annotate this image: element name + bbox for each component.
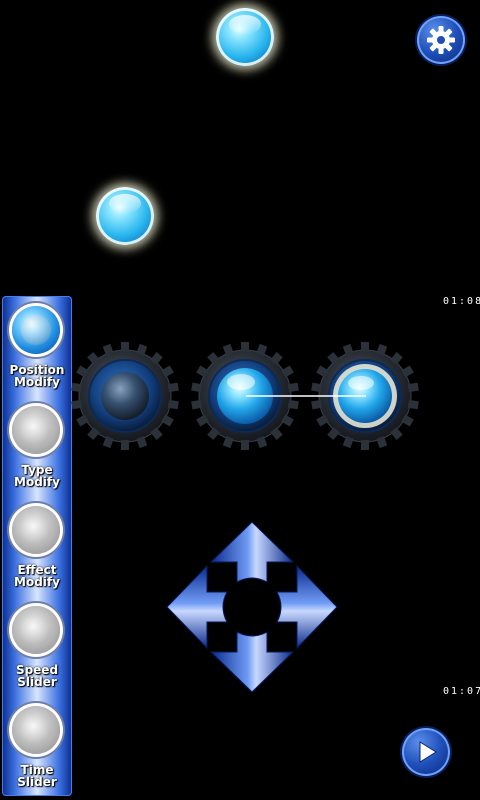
label-line-2: Modify <box>14 375 60 389</box>
type-modify-dial-icon <box>12 406 60 454</box>
label-line-2: Slider <box>17 675 57 689</box>
label-line-2: Slider <box>17 775 57 789</box>
panel-item-effect-modify[interactable]: Effect Modify <box>2 496 72 595</box>
arrow-up-button[interactable] <box>209 521 295 583</box>
orb-top[interactable] <box>216 8 274 66</box>
panel-item-speed-slider[interactable]: Speed Slider <box>2 596 72 695</box>
panel-item-time-slider[interactable]: Time Slider <box>2 696 72 795</box>
label-line-2: Modify <box>14 575 60 589</box>
arrow-right-button[interactable] <box>276 564 338 650</box>
gear-row <box>70 341 420 451</box>
gear-icon <box>427 26 455 54</box>
panel-item-label: Position Modify <box>2 364 72 388</box>
effect-modify-dial-icon <box>12 506 60 554</box>
play-icon <box>419 741 437 763</box>
arrow-left-button[interactable] <box>166 564 228 650</box>
orb-middle[interactable] <box>96 187 154 245</box>
position-modify-dial-icon <box>12 306 60 354</box>
timestamp-top: 01:08 <box>443 296 480 307</box>
panel-item-position-modify[interactable]: Position Modify <box>2 296 72 395</box>
label-line-2: Modify <box>14 475 60 489</box>
time-slider-dial-icon <box>12 706 60 754</box>
dpad <box>166 521 338 693</box>
gear-slot-1[interactable] <box>70 341 180 451</box>
settings-button[interactable] <box>417 16 465 64</box>
speed-slider-dial-icon <box>12 606 60 654</box>
panel-item-type-modify[interactable]: Type Modify <box>2 396 72 495</box>
side-panel: Position Modify Type Modify Effect Modif… <box>2 296 72 796</box>
gear-ball-dim-icon <box>101 372 149 420</box>
panel-item-label: Effect Modify <box>2 564 72 588</box>
panel-item-label: Time Slider <box>2 764 72 788</box>
play-button[interactable] <box>402 728 450 776</box>
panel-item-label: Type Modify <box>2 464 72 488</box>
arrow-down-button[interactable] <box>209 631 295 693</box>
timestamp-bottom: 01:07 <box>443 686 480 697</box>
panel-item-label: Speed Slider <box>2 664 72 688</box>
